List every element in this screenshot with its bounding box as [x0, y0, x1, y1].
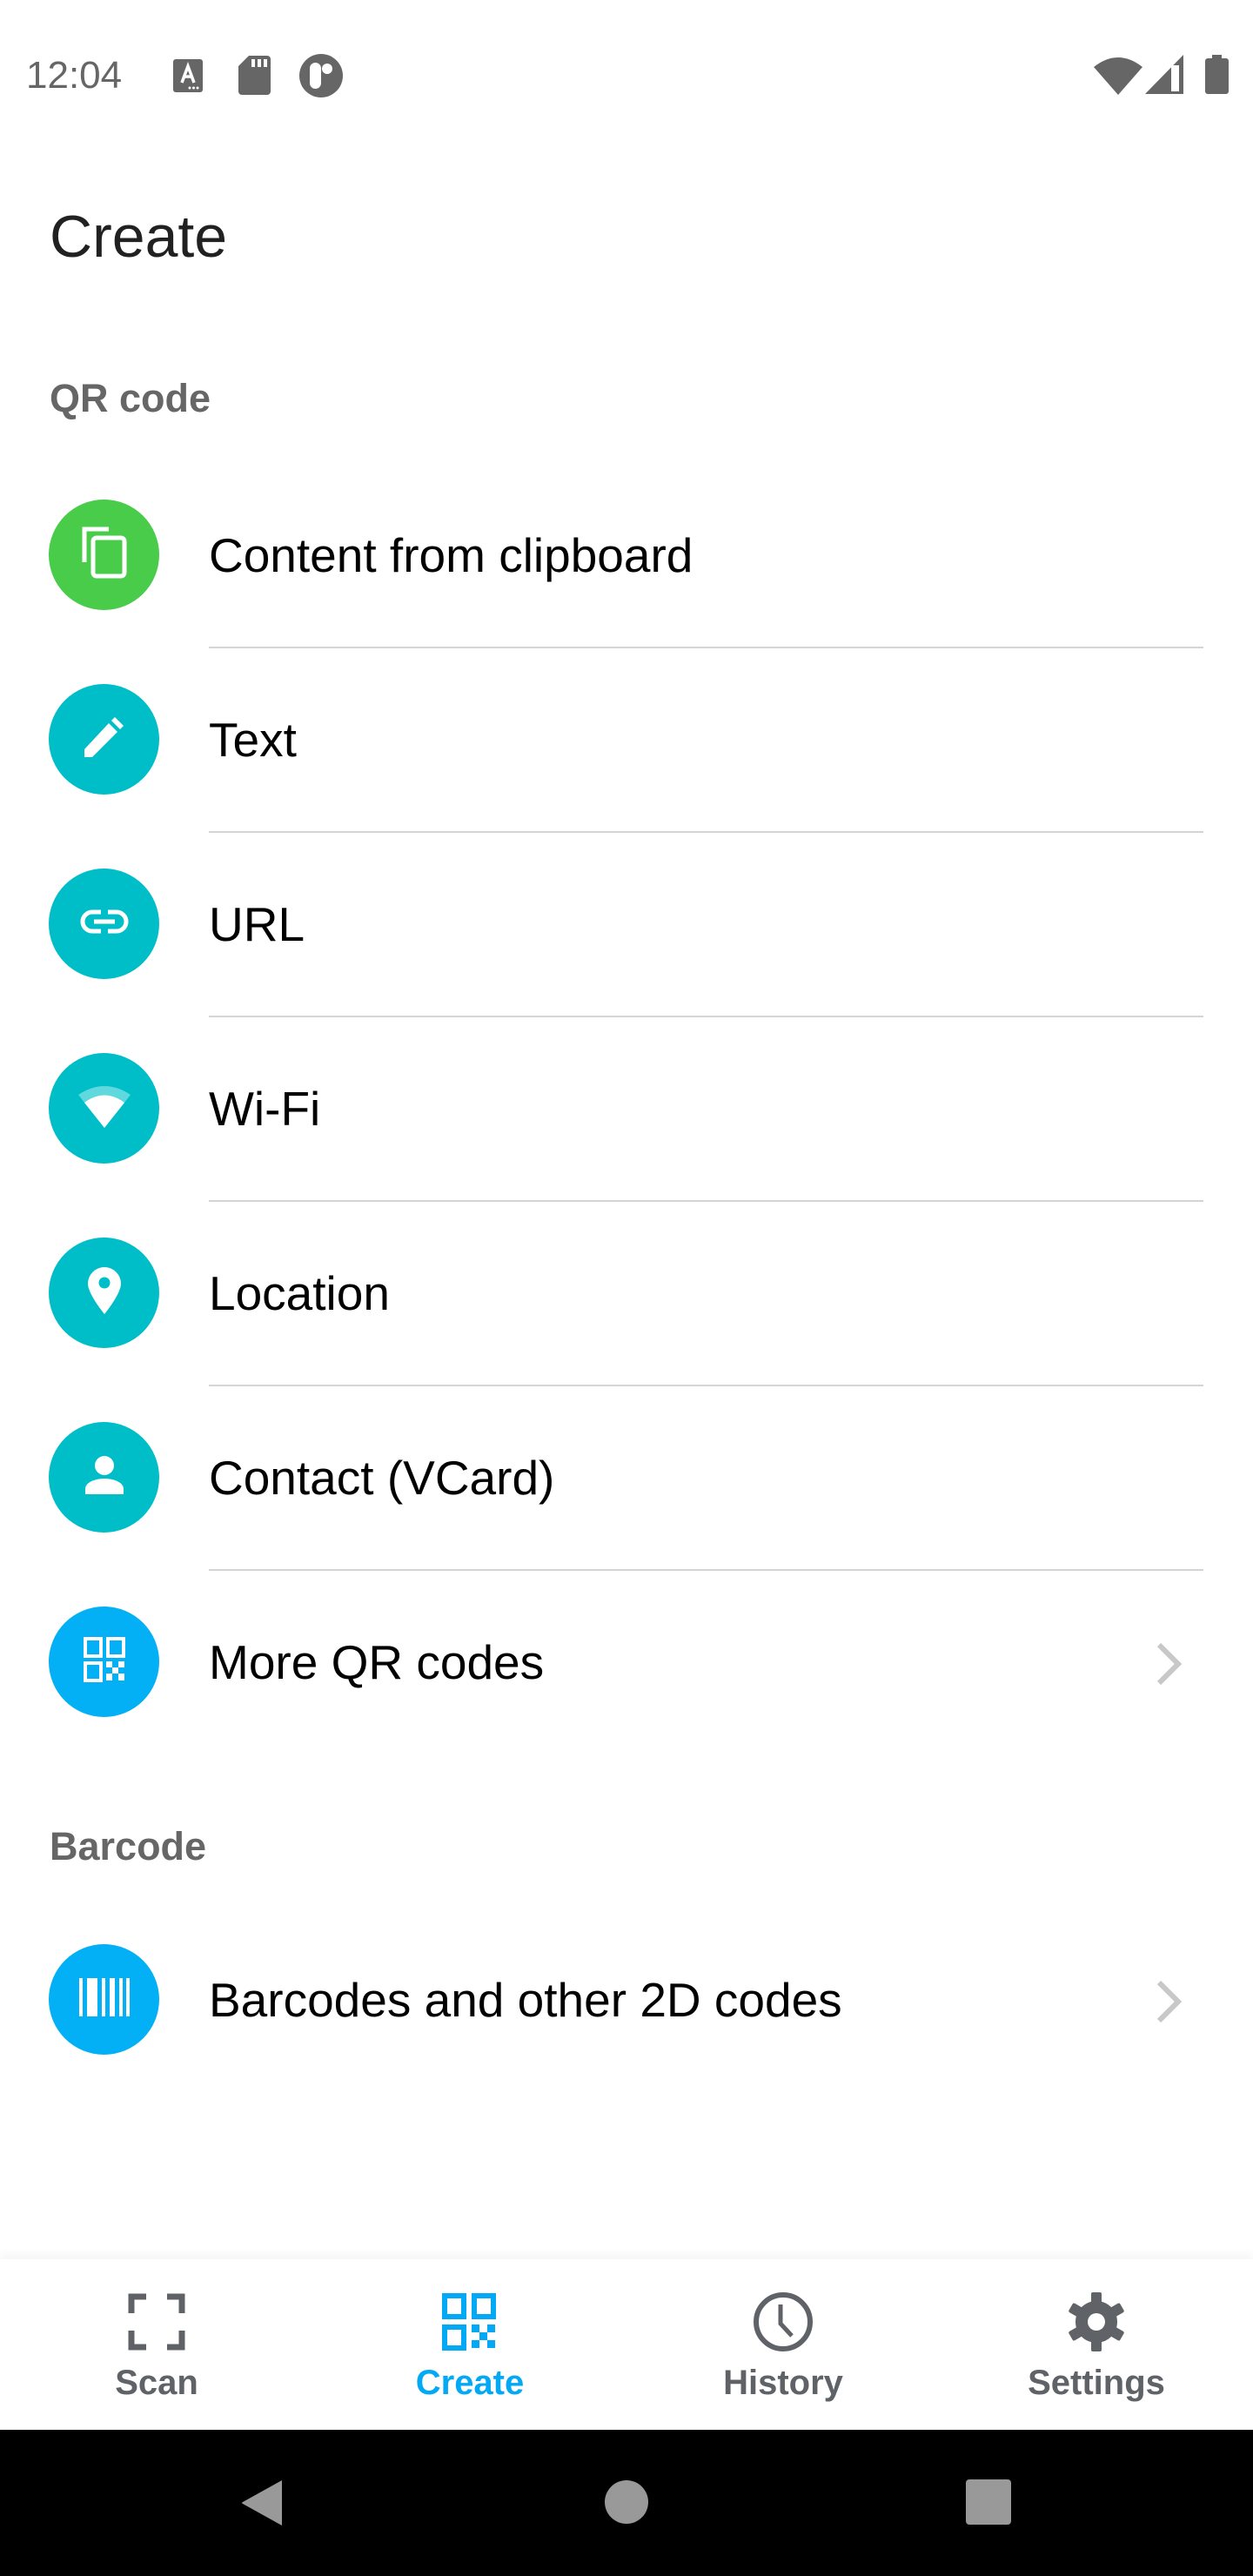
wifi-icon — [1094, 55, 1142, 99]
battery-icon — [1205, 55, 1229, 98]
list-item-url[interactable]: URL — [0, 832, 1253, 1017]
item-icon-circle — [49, 1053, 159, 1164]
app-notification-icon — [299, 54, 343, 102]
tab-label: Scan — [115, 2364, 198, 2402]
clock-icon — [752, 2291, 814, 2353]
list-item-barcodes-and-other-2d-codes[interactable]: Barcodes and other 2D codes — [0, 1908, 1253, 2092]
item-label: Barcodes and other 2D codes — [209, 1973, 842, 2027]
tab-label: Settings — [1028, 2364, 1165, 2402]
clipboard-copy-icon — [81, 526, 128, 584]
section-header-qr-code: QR code — [50, 376, 211, 420]
system-navigation-bar — [0, 2430, 1253, 2576]
item-icon-circle — [49, 500, 159, 610]
tab-history[interactable]: History — [626, 2259, 940, 2430]
pencil-icon — [83, 715, 126, 763]
item-icon-circle — [49, 684, 159, 795]
item-label: URL — [209, 897, 305, 951]
item-label: Text — [209, 713, 297, 767]
item-label: Contact (VCard) — [209, 1451, 555, 1505]
tab-create[interactable]: Create — [313, 2259, 626, 2430]
bottom-navigation: Scan Create History Settings — [0, 2259, 1253, 2430]
tab-settings[interactable]: Settings — [940, 2259, 1253, 2430]
item-icon-circle — [49, 869, 159, 979]
item-icon-circle — [49, 1238, 159, 1348]
list-item-location[interactable]: Location — [0, 1201, 1253, 1386]
qr-code-icon — [439, 2291, 501, 2353]
status-bar: 12:04 — [0, 0, 1253, 148]
chevron-right-icon — [1150, 1640, 1189, 1688]
sd-card-icon — [238, 56, 271, 99]
item-label: Content from clipboard — [209, 528, 694, 582]
link-icon — [80, 909, 129, 939]
cell-signal-icon — [1145, 55, 1183, 98]
location-pin-icon — [87, 1267, 122, 1318]
list-item-contact-vcard[interactable]: Contact (VCard) — [0, 1385, 1253, 1571]
home-button[interactable] — [605, 2480, 648, 2528]
wifi-icon — [77, 1084, 132, 1132]
barcode-icon — [78, 1978, 130, 2021]
scan-frame-icon — [125, 2291, 188, 2353]
back-button[interactable] — [240, 2479, 284, 2532]
section-header-barcode: Barcode — [50, 1824, 207, 1868]
list-item-text[interactable]: Text — [0, 647, 1253, 833]
tab-label: History — [723, 2364, 843, 2402]
item-icon-circle — [49, 1607, 159, 1717]
person-icon — [84, 1456, 124, 1499]
recents-button[interactable] — [966, 2479, 1011, 2529]
list-item-more-qr-codes[interactable]: More QR codes — [0, 1570, 1253, 1754]
page-title: Create — [50, 204, 228, 270]
tab-label: Create — [415, 2364, 525, 2402]
tab-scan[interactable]: Scan — [0, 2259, 313, 2430]
gear-icon — [1065, 2291, 1128, 2353]
status-time: 12:04 — [26, 54, 123, 97]
qr-code-icon — [83, 1637, 125, 1687]
item-icon-circle — [49, 1422, 159, 1533]
chevron-right-icon — [1150, 1977, 1189, 2026]
item-label: Location — [209, 1266, 390, 1320]
accessibility-a-icon — [173, 59, 203, 97]
item-label: Wi-Fi — [209, 1082, 321, 1136]
item-icon-circle — [49, 1944, 159, 2055]
list-item-content-from-clipboard[interactable]: Content from clipboard — [0, 463, 1253, 648]
item-label: More QR codes — [209, 1635, 545, 1689]
list-item-wi-fi[interactable]: Wi-Fi — [0, 1016, 1253, 1202]
